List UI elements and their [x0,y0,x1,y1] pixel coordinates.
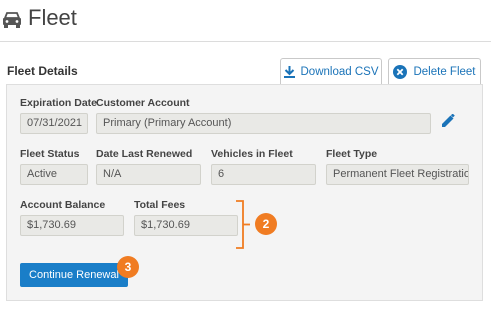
expiration-date-field[interactable]: 07/31/2021 [20,113,88,134]
download-csv-button[interactable]: Download CSV [280,58,382,85]
continue-renewal-button[interactable]: Continue Renewal [20,263,128,287]
vehicles-in-fleet-field[interactable]: 6 [211,164,316,185]
expiration-date-label: Expiration Date [20,97,98,109]
fleet-type-field[interactable]: Permanent Fleet Registration [326,164,469,185]
close-circle-icon [393,65,408,79]
customer-account-field[interactable]: Primary (Primary Account) [96,113,431,134]
page-title: Fleet [28,5,77,30]
edit-pencil-icon[interactable] [441,114,455,128]
total-fees-field[interactable]: $1,730.69 [134,215,238,236]
account-balance-field[interactable]: $1,730.69 [20,215,124,236]
annotation-badge-3: 3 [117,256,139,278]
vehicles-in-fleet-label: Vehicles in Fleet [211,148,293,160]
fleet-type-label: Fleet Type [326,148,378,160]
car-icon [3,12,21,28]
account-balance-label: Account Balance [20,199,106,211]
delete-fleet-button[interactable]: Delete Fleet [388,58,481,85]
annotation-bracket [236,200,250,249]
download-icon [283,66,295,78]
page-header: Fleet [0,0,491,42]
total-fees-label: Total Fees [134,199,186,211]
date-last-renewed-label: Date Last Renewed [96,148,193,160]
date-last-renewed-field[interactable]: N/A [96,164,201,185]
fleet-status-field[interactable]: Active [20,164,88,185]
download-csv-label: Download CSV [300,66,379,78]
customer-account-label: Customer Account [96,97,190,109]
fleet-status-label: Fleet Status [20,148,80,160]
annotation-badge-2: 2 [255,213,277,235]
section-title: Fleet Details [7,64,78,78]
delete-fleet-label: Delete Fleet [413,66,476,78]
continue-renewal-label: Continue Renewal [29,269,119,281]
